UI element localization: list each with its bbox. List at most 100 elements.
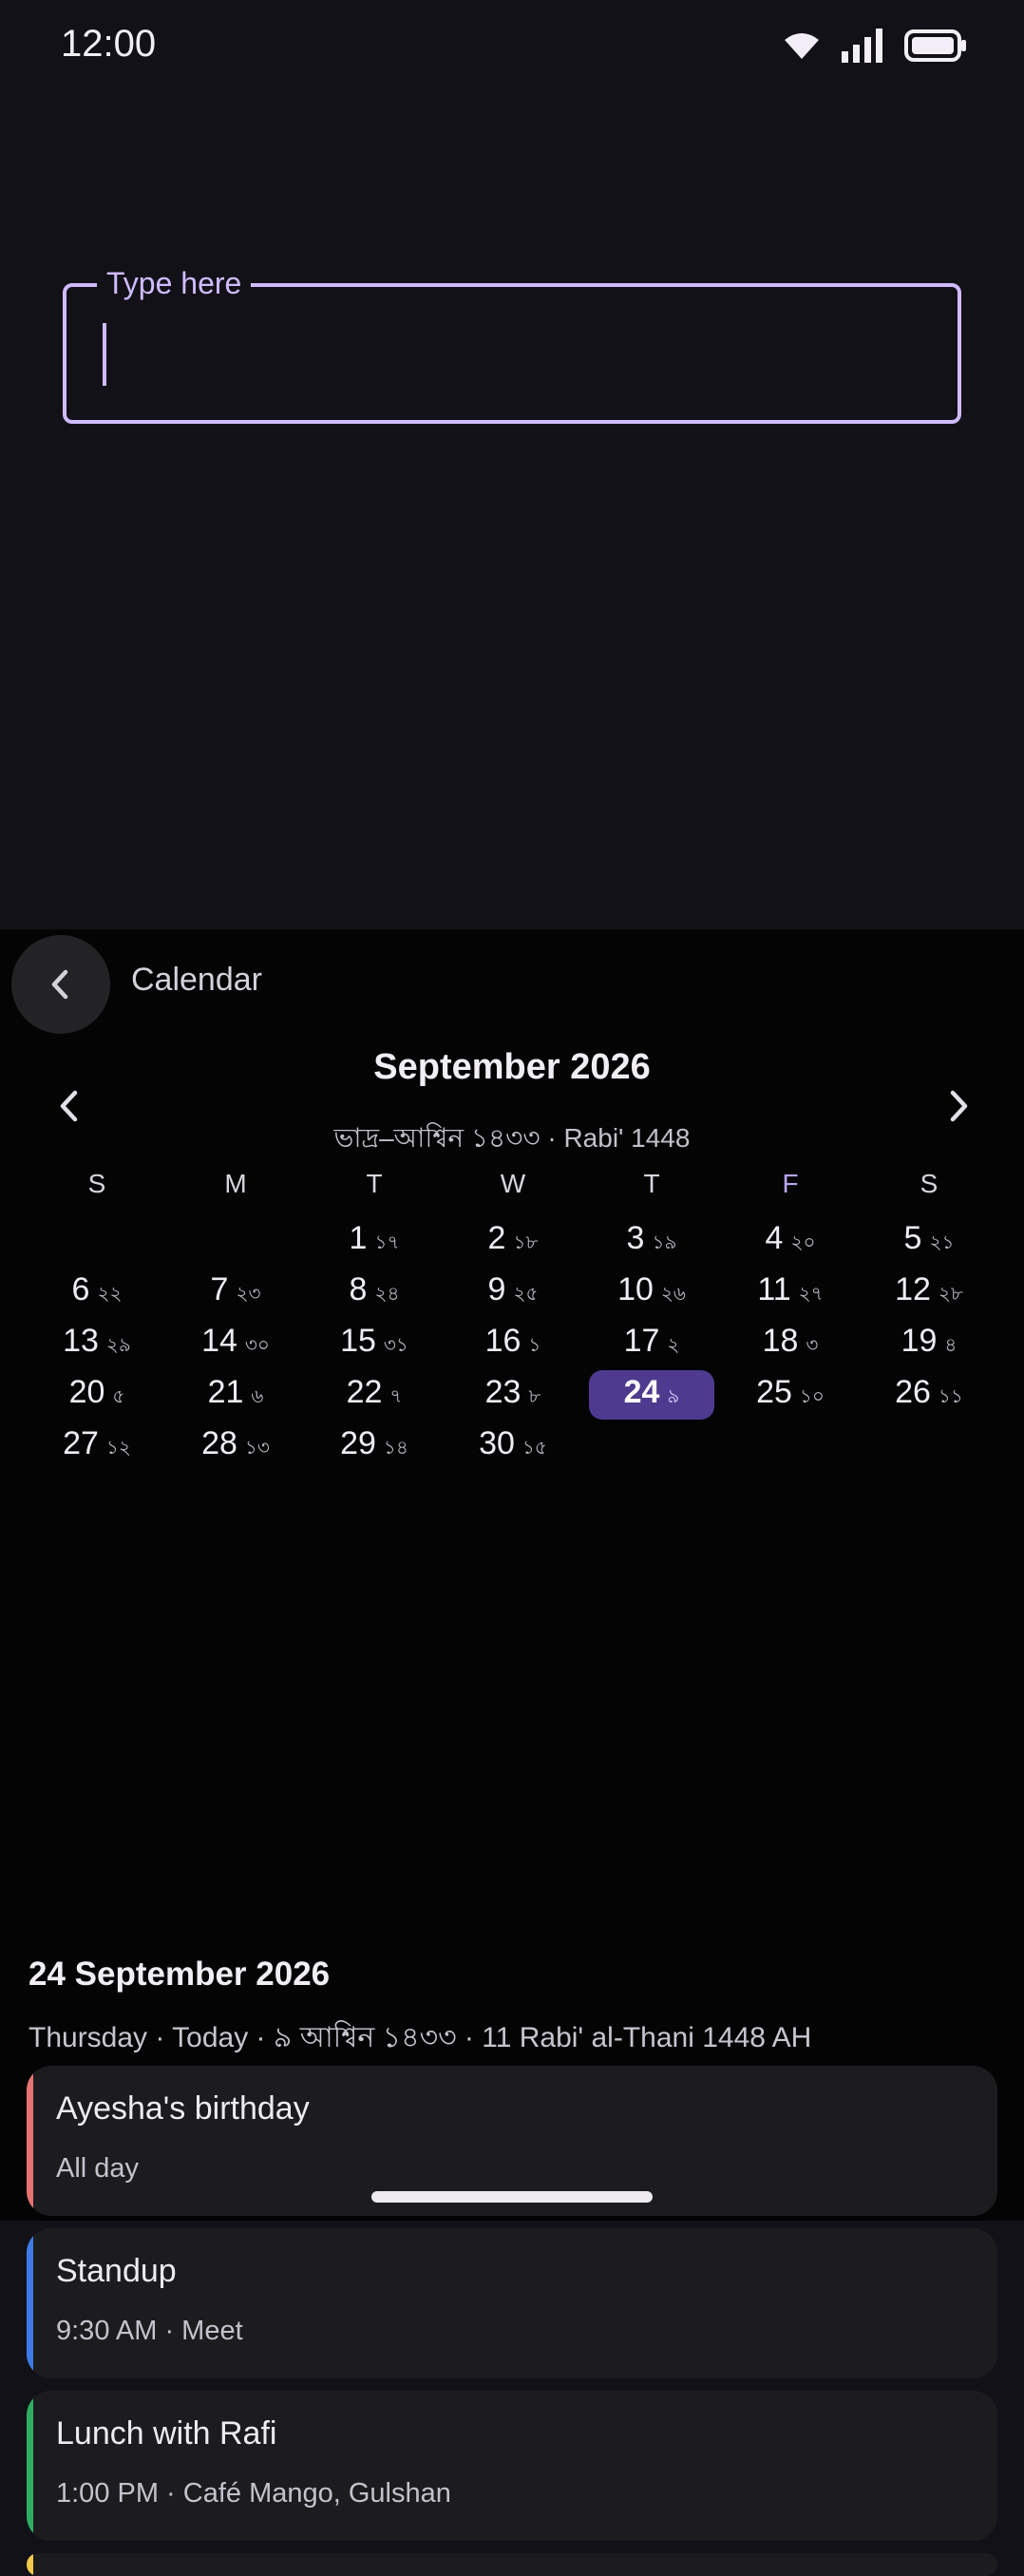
status-icons: [783, 29, 967, 63]
calendar-header: Calendar: [0, 929, 1024, 1034]
day-cell[interactable]: 27 ১২: [34, 1422, 160, 1471]
day-cell[interactable]: 25 ১০: [728, 1370, 853, 1420]
bengali-date: ২২: [97, 1284, 123, 1305]
day-cell[interactable]: 13 ২৯: [34, 1319, 160, 1368]
bengali-date: ২৭: [798, 1284, 824, 1305]
day-cell[interactable]: 23 ৮: [450, 1370, 576, 1420]
bengali-date: ৭: [389, 1386, 403, 1407]
bengali-date: ৩১: [383, 1335, 408, 1356]
day-cell[interactable]: 11 ২৭: [728, 1268, 853, 1317]
day-cell[interactable]: 22 ৭: [312, 1370, 437, 1420]
day-number: 26: [895, 1374, 931, 1410]
bengali-date: ২৫: [513, 1284, 539, 1305]
day-number: 3: [626, 1220, 645, 1256]
event-color-bar: [27, 2066, 33, 2216]
day-cell[interactable]: 2 ১৮: [450, 1216, 576, 1266]
bengali-date: ৯: [667, 1386, 680, 1407]
event-color-bar: [27, 2391, 33, 2541]
event-card-partial[interactable]: [27, 2553, 997, 2576]
day-cell[interactable]: 9 ২৫: [450, 1268, 576, 1317]
weekday-label: W: [500, 1169, 526, 1198]
day-cell[interactable]: 4 ২০: [728, 1216, 853, 1266]
day-number: 11: [757, 1271, 791, 1307]
event-color-bar: [27, 2553, 33, 2576]
day-number: 29: [340, 1425, 376, 1461]
bengali-date: ৩: [806, 1335, 819, 1356]
bengali-date: ৩০: [244, 1335, 270, 1356]
day-cell[interactable]: 5 ২১: [866, 1216, 992, 1266]
bengali-date: ৪: [944, 1335, 958, 1356]
bengali-date: ২৬: [660, 1284, 686, 1305]
day-cell[interactable]: 19 ৪: [866, 1319, 992, 1368]
bengali-date: ২৯: [105, 1335, 131, 1356]
home-indicator[interactable]: [371, 2191, 653, 2203]
day-cell[interactable]: 15 ৩১: [312, 1319, 437, 1368]
chevron-left-icon: [51, 969, 68, 1000]
bengali-date: ২৪: [374, 1284, 400, 1305]
day-cell[interactable]: 7 ২৩: [173, 1268, 298, 1317]
day-cell[interactable]: 1 ১৭: [312, 1216, 437, 1266]
month-title: September 2026: [373, 1047, 651, 1087]
day-number: 8: [349, 1271, 368, 1307]
back-button[interactable]: [11, 935, 110, 1034]
bengali-date: ১৫: [521, 1438, 547, 1459]
weekday-label: T: [643, 1169, 660, 1198]
day-number: 7: [210, 1271, 229, 1307]
event-card[interactable]: Lunch with Rafi 1:00 PM · Café Mango, Gu…: [27, 2391, 997, 2541]
bengali-date: ৬: [251, 1386, 264, 1407]
day-number: 19: [901, 1323, 938, 1359]
day-number: 6: [71, 1271, 90, 1307]
day-cell[interactable]: 30 ১৫: [450, 1422, 576, 1471]
battery-icon: [904, 29, 967, 62]
event-color-bar: [27, 2228, 33, 2378]
bengali-date: ২৮: [938, 1284, 963, 1305]
event-title: Standup: [56, 2253, 177, 2289]
event-title: Ayesha's birthday: [56, 2090, 310, 2127]
day-number: 2: [487, 1220, 506, 1256]
day-number: 13: [63, 1323, 99, 1359]
day-cell[interactable]: 12 ২৮: [866, 1268, 992, 1317]
day-cell[interactable]: 21 ৬: [173, 1370, 298, 1420]
day-cell[interactable]: 3 ১৯: [589, 1216, 714, 1266]
text-input-label: Type here: [97, 262, 252, 304]
day-cell[interactable]: 14 ৩০: [173, 1319, 298, 1368]
bengali-date: ৫: [112, 1386, 125, 1407]
day-cell[interactable]: 10 ২৬: [589, 1268, 714, 1317]
day-number: 10: [617, 1271, 654, 1307]
weekday-label: F: [782, 1169, 799, 1198]
bengali-date: ১৯: [652, 1232, 677, 1253]
status-bar: 12:00: [0, 0, 1024, 91]
day-cell[interactable]: 29 ১৪: [312, 1422, 437, 1471]
day-cell[interactable]: 20 ৫: [34, 1370, 160, 1420]
event-meta: 1:00 PM · Café Mango, Gulshan: [56, 2478, 451, 2509]
calendar-panel: Calendar September 2026 ভাদ্র–আশ্বিন ১৪৩…: [0, 929, 1024, 2576]
event-card[interactable]: Standup 9:30 AM · Meet: [27, 2228, 997, 2378]
bengali-date: ১০: [799, 1386, 825, 1407]
selected-date-subtitle: Thursday · Today · ৯ আশ্বিন ১৪৩৩ · 11 Ra…: [28, 2022, 812, 2053]
wifi-icon: [783, 30, 821, 61]
bengali-date: ২: [667, 1335, 680, 1356]
text-input-field[interactable]: [63, 283, 961, 424]
day-cell[interactable]: 17 ২: [589, 1319, 714, 1368]
day-number: 24: [623, 1374, 660, 1410]
day-cell[interactable]: 6 ২২: [34, 1268, 160, 1317]
day-number: 15: [340, 1323, 376, 1359]
day-number: 18: [762, 1323, 799, 1359]
day-cell[interactable]: 26 ১১: [866, 1370, 992, 1420]
day-cell[interactable]: 18 ৩: [728, 1319, 853, 1368]
day-number: 12: [895, 1271, 931, 1307]
day-cell-today[interactable]: 24 ৯: [589, 1370, 714, 1420]
bengali-date: ২৩: [236, 1284, 261, 1305]
weekday-label: S: [920, 1169, 939, 1198]
day-number: 1: [349, 1220, 368, 1256]
day-cell[interactable]: 16 ১: [450, 1319, 576, 1368]
day-cell[interactable]: 28 ১৩: [173, 1422, 298, 1471]
day-number: 14: [201, 1323, 237, 1359]
bengali-date: ১২: [105, 1438, 131, 1459]
event-title: Lunch with Rafi: [56, 2415, 277, 2452]
weekday-label: S: [87, 1169, 106, 1198]
day-cell[interactable]: 8 ২৪: [312, 1268, 437, 1317]
bengali-date: ১৪: [383, 1438, 408, 1459]
day-number: 4: [765, 1220, 784, 1256]
weekday-label: T: [366, 1169, 383, 1198]
